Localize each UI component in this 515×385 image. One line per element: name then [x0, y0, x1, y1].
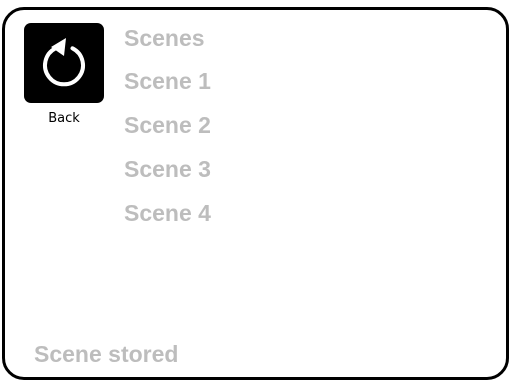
back-label: Back — [48, 111, 80, 126]
menu-title: Scenes — [124, 25, 205, 51]
menu-item-scene-3[interactable]: Scene 3 — [124, 155, 211, 183]
back-button[interactable] — [24, 23, 104, 103]
status-message: Scene stored — [34, 341, 179, 367]
menu-item-scene-4[interactable]: Scene 4 — [124, 199, 211, 227]
menu-item-scene-2[interactable]: Scene 2 — [124, 111, 211, 139]
undo-arrow-icon — [43, 38, 85, 87]
menu-item-scene-1[interactable]: Scene 1 — [124, 67, 211, 95]
